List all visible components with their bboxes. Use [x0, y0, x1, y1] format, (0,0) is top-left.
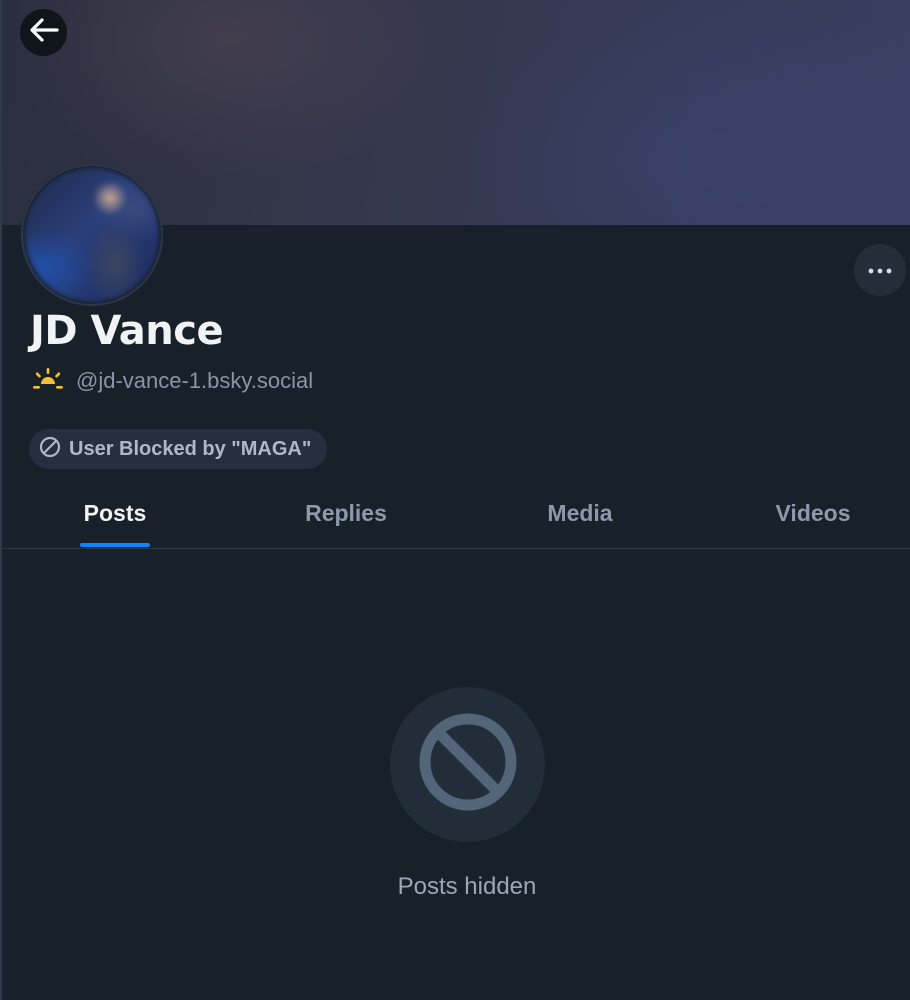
tab-videos[interactable]: Videos [748, 490, 878, 548]
tab-media-label: Media [547, 500, 613, 526]
more-options-button[interactable] [854, 244, 906, 296]
tab-replies[interactable]: Replies [281, 490, 411, 548]
blocked-label-text: User Blocked by "MAGA" [69, 437, 312, 460]
block-icon [39, 436, 61, 463]
tab-videos-label: Videos [775, 500, 851, 526]
handle-row: @jd-vance-1.bsky.social [32, 366, 313, 396]
ellipsis-icon [868, 261, 892, 279]
profile-screen: JD Vance @jd-vance-1.bsky.social User Bl… [0, 0, 910, 1000]
tab-posts[interactable]: Posts [50, 490, 180, 548]
active-tab-indicator [80, 543, 150, 547]
prohibited-icon [418, 712, 518, 817]
tab-replies-label: Replies [305, 500, 387, 526]
empty-state-icon-circle [390, 687, 545, 842]
avatar[interactable] [25, 168, 159, 302]
back-button[interactable] [20, 9, 67, 56]
display-name: JD Vance [30, 308, 224, 354]
profile-tabs: Posts Replies Media Videos [2, 490, 910, 549]
tab-media[interactable]: Media [515, 490, 645, 548]
posts-hidden-message: Posts hidden [397, 873, 537, 900]
blocked-label[interactable]: User Blocked by "MAGA" [29, 429, 327, 469]
handle[interactable]: @jd-vance-1.bsky.social [76, 368, 313, 394]
tab-posts-label: Posts [83, 500, 147, 526]
sunrise-icon [32, 367, 64, 396]
arrow-left-icon [29, 17, 59, 48]
